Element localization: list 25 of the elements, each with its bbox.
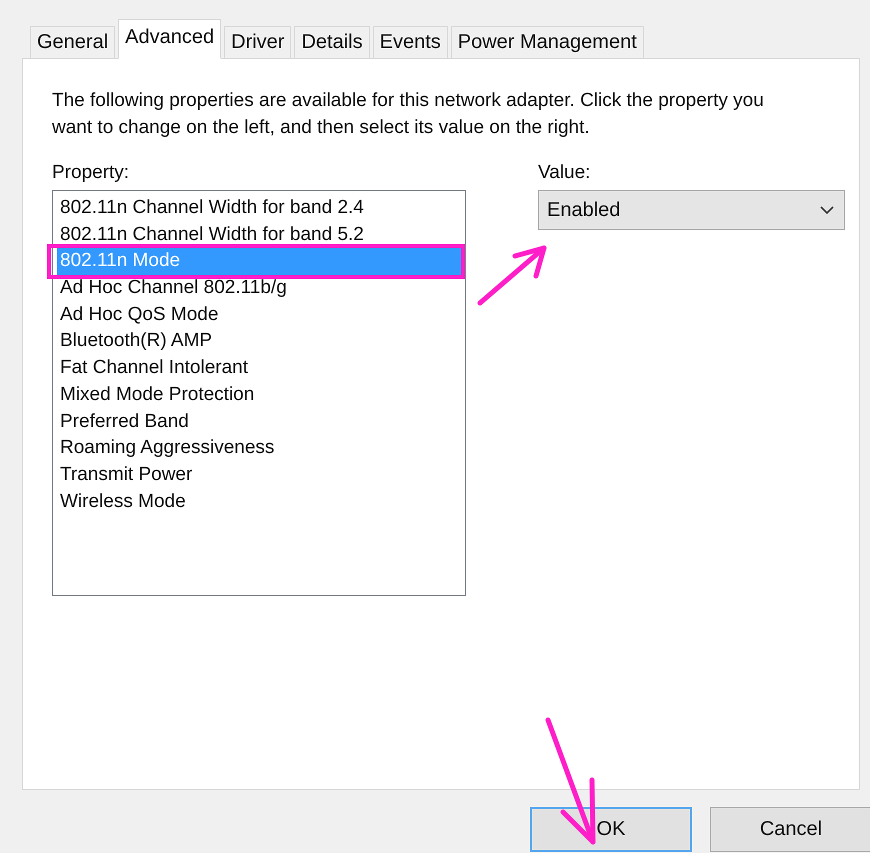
tab[interactable]: Driver — [224, 26, 292, 59]
property-item[interactable]: Roaming Aggressiveness — [57, 435, 461, 462]
value-label: Value: — [538, 161, 592, 185]
dialog-button[interactable]: OK — [530, 807, 692, 852]
property-item[interactable]: Wireless Mode — [57, 488, 461, 516]
property-item[interactable]: Ad Hoc Channel 802.11b/g — [57, 275, 461, 302]
tab[interactable]: Power Management — [450, 26, 644, 59]
value-dropdown[interactable]: Enabled — [538, 190, 845, 230]
pointer-arrow — [478, 246, 546, 306]
description-text: The following properties are available for this network adapter. Click the property you want to change on the left, and then select its value on the right. — [52, 89, 765, 140]
tab[interactable]: General — [30, 26, 116, 59]
property-item[interactable]: Mixed Mode Protection — [57, 382, 461, 408]
tab[interactable]: Details — [294, 26, 370, 59]
property-item[interactable]: Ad Hoc QoS Mode — [57, 302, 461, 328]
property-item[interactable]: Bluetooth(R) AMP — [57, 328, 461, 356]
tab[interactable]: Advanced — [118, 19, 222, 59]
property-item[interactable]: Fat Channel Intolerant — [57, 355, 461, 382]
property-item[interactable]: Transmit Power — [57, 462, 461, 489]
property-item[interactable]: 802.11n Channel Width for band 5.2 — [57, 222, 461, 248]
dialog-button[interactable]: Cancel — [710, 807, 870, 852]
property-item[interactable]: Preferred Band — [57, 408, 461, 436]
chevron-down-icon — [820, 206, 834, 214]
property-label: Property: — [52, 161, 130, 185]
property-item[interactable]: 802.11n Channel Width for band 2.4 — [57, 195, 461, 222]
tab[interactable]: Events — [372, 26, 448, 59]
